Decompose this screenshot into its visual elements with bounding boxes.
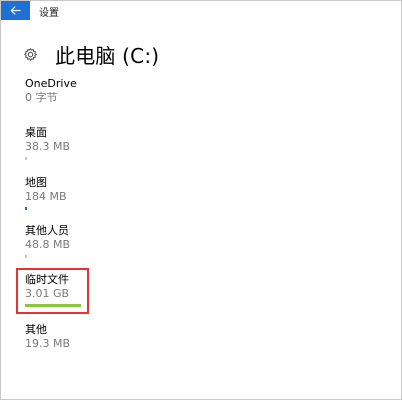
- storage-item-maps[interactable]: 地图 184 MB: [25, 176, 81, 210]
- usage-bar: [25, 207, 81, 210]
- usage-bar-fill: [25, 304, 81, 307]
- settings-window: 设置 此电脑 (C:) OneDrive 0 字节 桌面 38.3 MB 地图 …: [0, 0, 402, 400]
- storage-item-size: 0 字节: [25, 91, 58, 104]
- storage-item-size: 48.8 MB: [25, 238, 71, 251]
- back-button[interactable]: [1, 1, 30, 20]
- storage-item-onedrive[interactable]: OneDrive 0 字节: [25, 77, 77, 105]
- storage-item-name: 临时文件: [25, 273, 69, 286]
- storage-item-size: 38.3 MB: [25, 140, 71, 153]
- window-title: 设置: [39, 8, 59, 19]
- storage-item-other-people[interactable]: 其他人员 48.8 MB: [25, 224, 81, 258]
- storage-item-desktop[interactable]: 桌面 38.3 MB: [25, 126, 81, 160]
- storage-item-size: 184 MB: [25, 190, 67, 203]
- storage-item-other[interactable]: 其他 19.3 MB: [25, 323, 70, 351]
- storage-item-name: OneDrive: [25, 77, 77, 90]
- usage-bar: [25, 157, 81, 160]
- storage-item-name: 其他人员: [25, 224, 69, 237]
- storage-item-size: 19.3 MB: [25, 337, 71, 350]
- usage-bar-fill: [25, 157, 27, 160]
- usage-bar: [25, 255, 81, 258]
- title-bar: 设置: [1, 1, 401, 20]
- gear-icon: [24, 47, 37, 61]
- usage-bar-fill: [25, 255, 27, 258]
- page-header: 此电脑 (C:): [23, 41, 160, 68]
- page-title: 此电脑 (C:): [55, 43, 160, 68]
- storage-item-name: 地图: [25, 176, 47, 189]
- storage-item-temporary-files[interactable]: 临时文件 3.01 GB: [25, 273, 81, 307]
- storage-item-size: 3.01 GB: [25, 287, 70, 300]
- usage-bar-fill: [25, 207, 27, 210]
- arrow-left-icon: [10, 6, 21, 15]
- storage-item-name: 桌面: [25, 126, 47, 139]
- storage-item-name: 其他: [25, 323, 47, 336]
- usage-bar: [25, 304, 81, 307]
